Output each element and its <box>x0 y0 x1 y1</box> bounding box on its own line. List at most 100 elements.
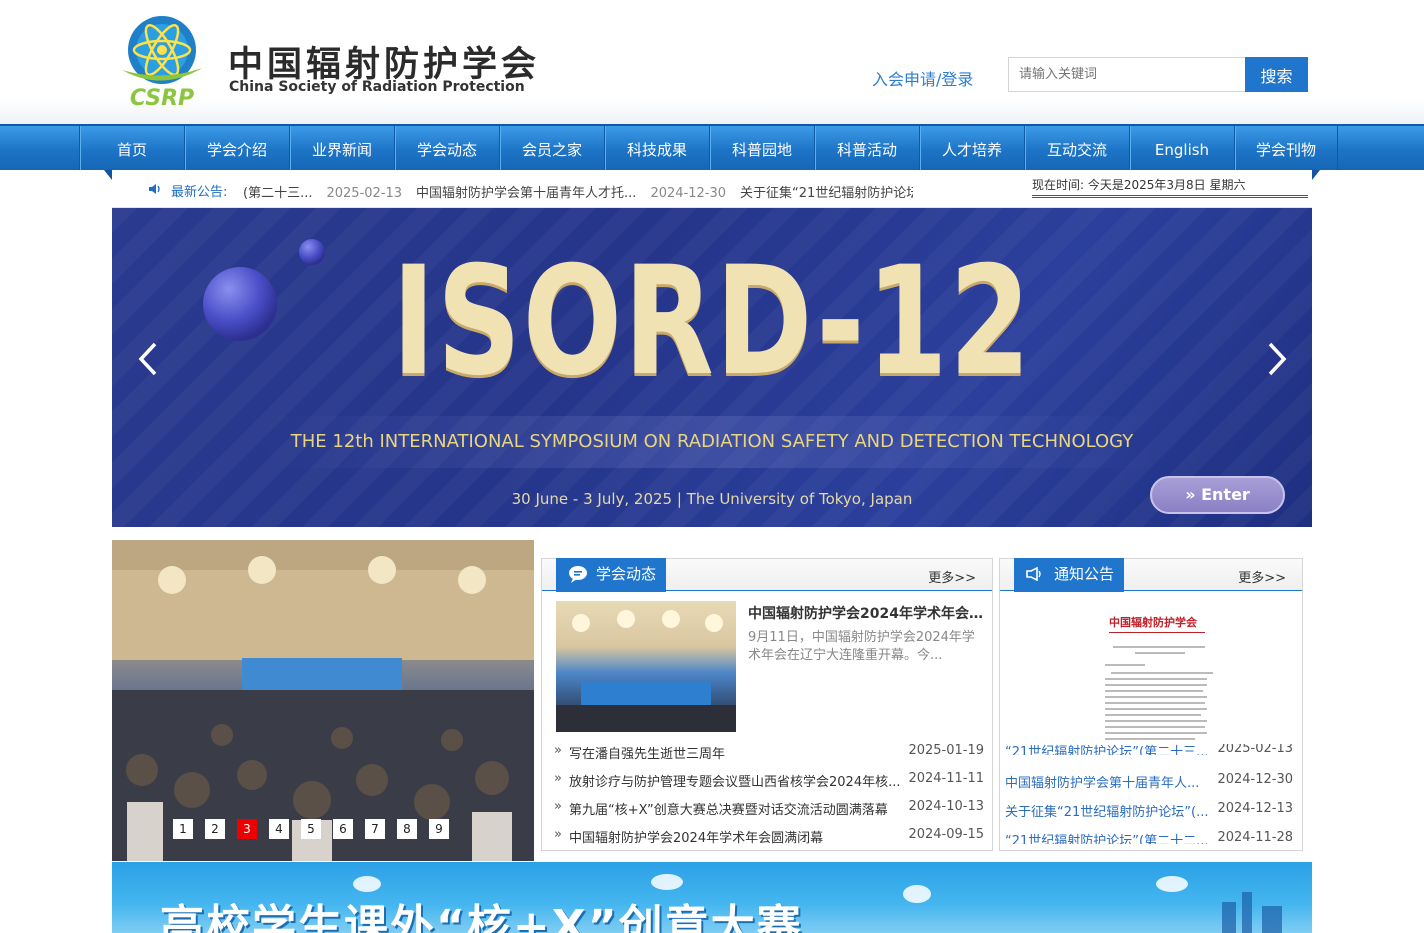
competition-banner[interactable]: 高校学生课外“核+X”创意大赛 <box>112 862 1312 933</box>
notice-item-title[interactable]: “21世纪辐射防护论坛”(第二十二... <box>1005 830 1218 844</box>
notice-list: “21世纪辐射防护论坛”(第二十三... 2025-02-13 中国辐射防护学会第… <box>1001 744 1301 844</box>
list-item[interactable]: » 写在潘自强先生逝世三周年 2025-01-19 <box>554 743 984 763</box>
nav-journals[interactable]: 学会刊物 <box>1234 126 1338 170</box>
main-nav: 首页 学会介绍 业界新闻 学会动态 会员之家 科技成果 科普园地 科普活动 人才… <box>0 124 1424 170</box>
news-item-date: 2024-11-11 <box>908 771 984 786</box>
double-chevron-icon: » <box>554 771 562 786</box>
slider-dot[interactable]: 1 <box>173 819 193 839</box>
nav-fold-left <box>104 170 112 180</box>
news-featured-thumbnail[interactable] <box>556 601 736 732</box>
list-item[interactable]: 中国辐射防护学会第十届青年人... 2024-12-30 <box>1005 772 1297 792</box>
megaphone-icon <box>1026 567 1041 581</box>
site-header: CSRP 中国辐射防护学会 China Society of Radiation… <box>0 0 1424 124</box>
notice-item-title[interactable]: 关于征集“21世纪辐射防护论坛”(... <box>1005 801 1218 820</box>
enter-button[interactable]: » Enter <box>1150 476 1285 514</box>
join-login-link[interactable]: 入会申请/登录 <box>872 66 973 90</box>
notice-item-date: 2024-11-28 <box>1217 830 1293 844</box>
competition-banner-title: 高校学生课外“核+X”创意大赛 <box>160 901 803 933</box>
banner-subtitle: THE 12th INTERNATIONAL SYMPOSIUM ON RADI… <box>290 431 1134 452</box>
search-input[interactable] <box>1008 57 1246 92</box>
double-chevron-icon: » <box>554 799 562 814</box>
slider-dot[interactable]: 6 <box>333 819 353 839</box>
photo-slider[interactable]: 1 2 3 4 5 6 7 8 9 <box>112 540 534 861</box>
news-item-title[interactable]: 放射诊疗与防护管理专题会议暨山西省核学会2024年核... <box>569 771 909 790</box>
chevron-left-icon[interactable] <box>135 340 161 378</box>
nav-science-events[interactable]: 科普活动 <box>814 126 919 170</box>
chevron-right-icon[interactable] <box>1264 340 1290 378</box>
list-item[interactable]: “21世纪辐射防护论坛”(第二十二... 2024-11-28 <box>1005 830 1297 844</box>
ticker-item-date: 2025-02-13 <box>326 186 403 200</box>
notice-panel-title: 通知公告 <box>1054 565 1115 583</box>
slider-dot[interactable]: 2 <box>205 819 225 839</box>
notice-item-date: 2024-12-13 <box>1217 801 1293 816</box>
notice-more-link[interactable]: 更多>> <box>1238 567 1286 586</box>
notice-document-image[interactable]: 中国辐射防护学会 <box>1001 592 1301 747</box>
ticker-item-title[interactable]: (第二十三... <box>243 186 312 200</box>
news-item-date: 2024-09-15 <box>908 827 984 842</box>
nav-fold-right <box>1312 170 1320 180</box>
site-name-en: China Society of Radiation Protection <box>229 79 525 95</box>
notice-ticker-bar: 最新公告: (第二十三... 2025-02-13 中国辐射防护学会第十届青年人才托… <box>112 170 1312 208</box>
news-item-date: 2025-01-19 <box>908 743 984 758</box>
list-item[interactable]: “21世纪辐射防护论坛”(第二十三... 2025-02-13 <box>1005 744 1297 755</box>
nav-home[interactable]: 首页 <box>79 126 184 170</box>
speaker-icon <box>149 184 160 194</box>
news-panel: 学会动态 更多>> 中国辐射防护学会2024年学术年会... 9月11日，中国辐… <box>541 558 993 851</box>
notice-doc-heading: 中国辐射防护学会 <box>1109 616 1197 629</box>
list-item[interactable]: 关于征集“21世纪辐射防护论坛”(... 2024-12-13 <box>1005 801 1297 821</box>
notice-label: 最新公告: <box>171 185 228 200</box>
news-panel-header: 学会动态 更多>> <box>542 558 992 592</box>
news-panel-title: 学会动态 <box>596 565 657 583</box>
slider-dot-active[interactable]: 3 <box>237 819 257 839</box>
notice-item-date: 2025-02-13 <box>1217 744 1293 755</box>
banner-date-venue: 30 June - 3 July, 2025 | The University … <box>511 490 913 508</box>
doc-red-line <box>1109 632 1205 633</box>
ticker-item-title[interactable]: 关于征集“21世纪辐射防护论坛’ <box>740 186 913 200</box>
nav-about[interactable]: 学会介绍 <box>184 126 289 170</box>
news-item-title[interactable]: 写在潘自强先生逝世三周年 <box>569 743 909 762</box>
notice-item-date: 2024-12-30 <box>1217 772 1293 787</box>
slider-dot[interactable]: 7 <box>365 819 385 839</box>
chat-bubble-icon <box>569 566 587 583</box>
news-panel-tab[interactable]: 学会动态 <box>556 558 667 592</box>
notice-item-title[interactable]: “21世纪辐射防护论坛”(第二十三... <box>1005 744 1218 755</box>
svg-text:CSRP: CSRP <box>130 86 194 108</box>
nav-industry-news[interactable]: 业界新闻 <box>289 126 394 170</box>
current-date: 现在时间: 今天是2025年3月8日 星期六 <box>1032 176 1308 198</box>
nav-members[interactable]: 会员之家 <box>499 126 604 170</box>
slider-dot[interactable]: 5 <box>301 819 321 839</box>
nav-talent[interactable]: 人才培养 <box>919 126 1024 170</box>
nav-interaction[interactable]: 互动交流 <box>1024 126 1129 170</box>
slider-dot[interactable]: 9 <box>429 819 449 839</box>
search-button[interactable]: 搜索 <box>1245 57 1308 92</box>
list-item[interactable]: » 放射诊疗与防护管理专题会议暨山西省核学会2024年核... 2024-11-11 <box>554 771 984 791</box>
ticker-item-date: 2024-12-30 <box>650 186 727 200</box>
notice-item-title[interactable]: 中国辐射防护学会第十届青年人... <box>1005 772 1218 791</box>
list-item[interactable]: » 第九届“核+X”创意大赛总决赛暨对话交流活动圆满落幕 2024-10-13 <box>554 799 984 819</box>
slider-dot[interactable]: 8 <box>397 819 417 839</box>
notice-panel-tab[interactable]: 通知公告 <box>1014 558 1125 592</box>
news-featured-desc: 9月11日，中国辐射防护学会2024年学术年会在辽宁大连隆重开幕。今... <box>748 630 975 663</box>
news-item-title[interactable]: 中国辐射防护学会2024年学术年会圆满闭幕 <box>569 827 909 846</box>
banner-title: ISORD-12 <box>391 235 1033 409</box>
csrp-logo[interactable]: CSRP <box>118 12 206 108</box>
slider-dot[interactable]: 4 <box>269 819 289 839</box>
double-chevron-icon: » <box>554 827 562 842</box>
news-featured-title[interactable]: 中国辐射防护学会2024年学术年会... <box>748 603 984 623</box>
notice-doc-text-lines <box>1105 646 1213 740</box>
notice-ticker: (第二十三... 2025-02-13 中国辐射防护学会第十届青年人才托... 202… <box>243 182 913 200</box>
news-item-title[interactable]: 第九届“核+X”创意大赛总决赛暨对话交流活动圆满落幕 <box>569 799 909 818</box>
news-more-link[interactable]: 更多>> <box>928 567 976 586</box>
nav-society-news[interactable]: 学会动态 <box>394 126 499 170</box>
notice-panel-header: 通知公告 更多>> <box>1000 558 1302 592</box>
nav-science-garden[interactable]: 科普园地 <box>709 126 814 170</box>
double-chevron-icon: » <box>554 743 562 758</box>
ticker-item-title[interactable]: 中国辐射防护学会第十届青年人才托... <box>416 186 636 200</box>
hero-banner[interactable]: ISORD-12 THE 12th INTERNATIONAL SYMPOSIU… <box>112 208 1312 527</box>
nav-achievements[interactable]: 科技成果 <box>604 126 709 170</box>
news-item-date: 2024-10-13 <box>908 799 984 814</box>
list-item[interactable]: » 中国辐射防护学会2024年学术年会圆满闭幕 2024-09-15 <box>554 827 984 847</box>
news-thumb-photo <box>556 610 736 732</box>
nav-english[interactable]: English <box>1129 126 1234 170</box>
conference-photo <box>112 540 534 861</box>
